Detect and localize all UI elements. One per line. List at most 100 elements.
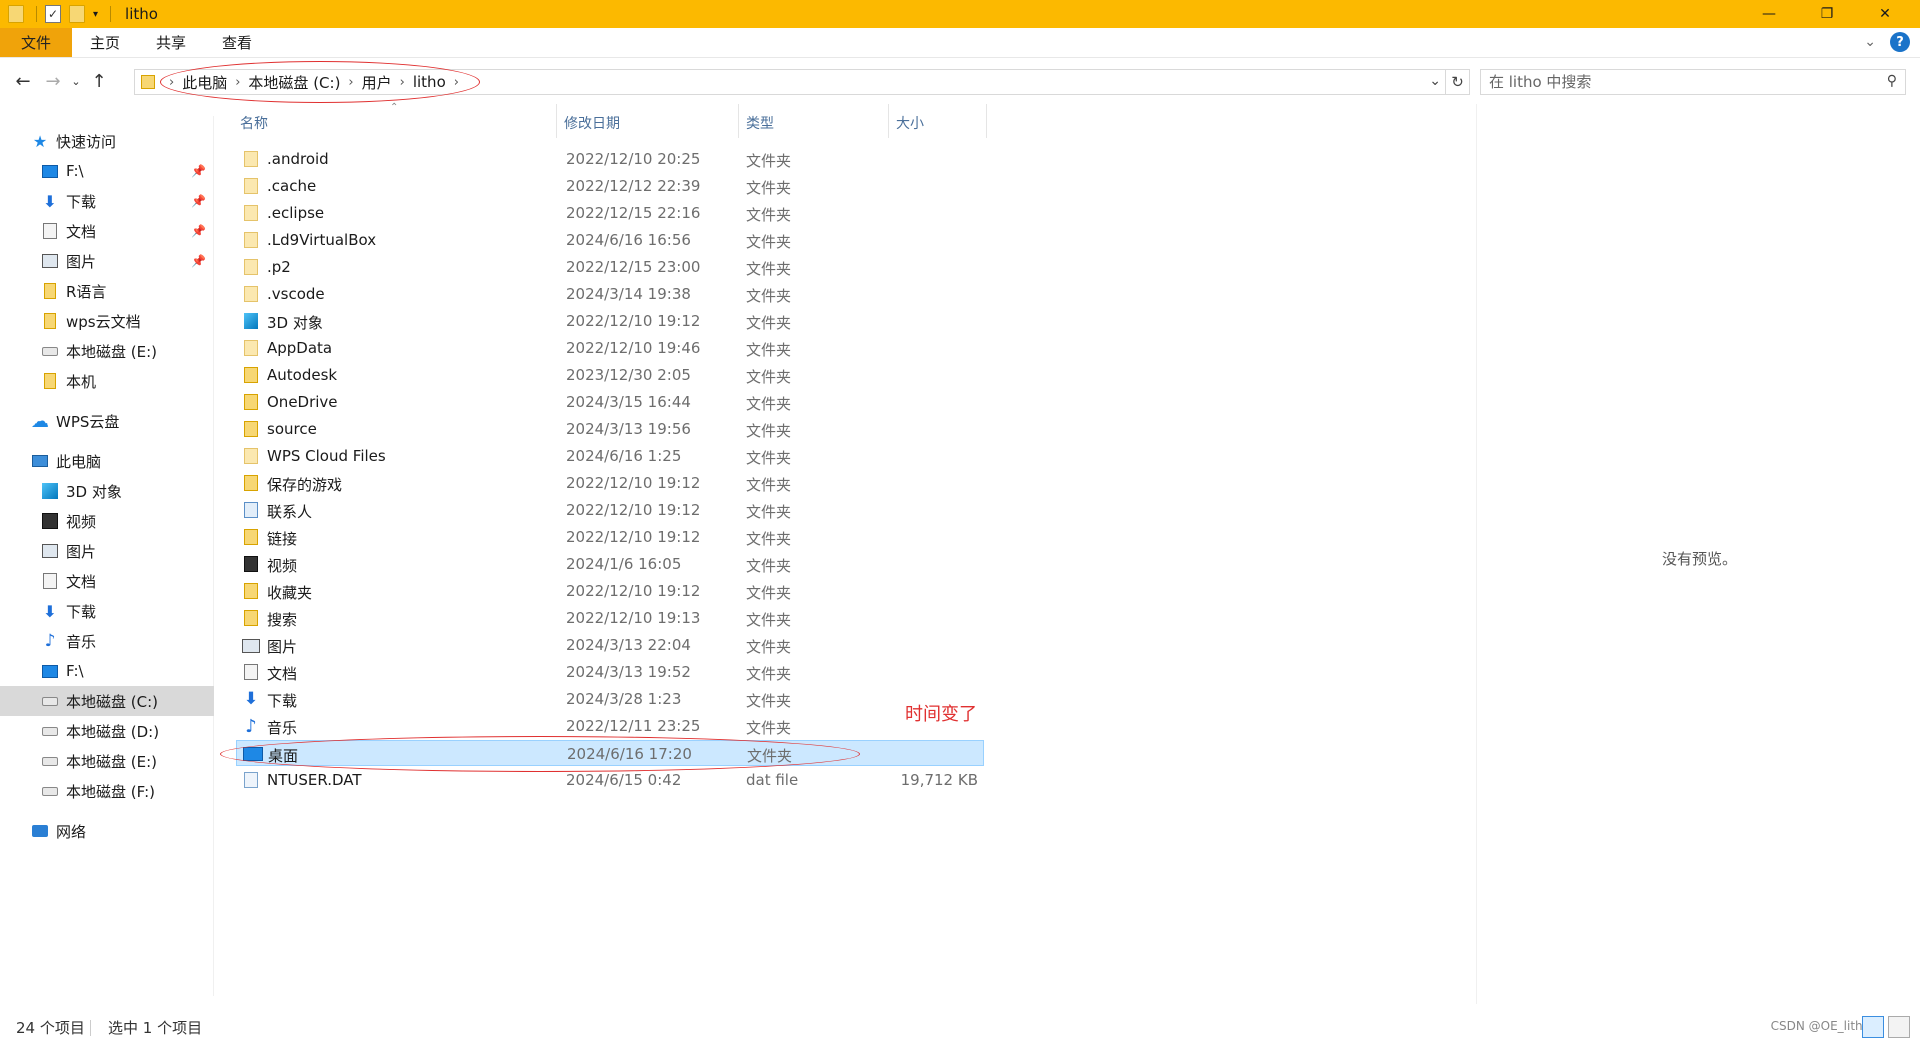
sidebar-item-videos[interactable]: 视频 xyxy=(0,506,214,536)
file-name: 图片 xyxy=(267,638,298,656)
file-row[interactable]: source 2024/3/13 19:56 文件夹 xyxy=(236,416,984,442)
file-row[interactable]: OneDrive 2024/3/15 16:44 文件夹 xyxy=(236,389,984,415)
tab-view[interactable]: 查看 xyxy=(204,28,270,57)
file-row[interactable]: 搜索 2022/12/10 19:13 文件夹 xyxy=(236,605,984,631)
file-name: 联系人 xyxy=(267,503,313,521)
new-folder-icon[interactable] xyxy=(69,5,85,23)
file-row[interactable]: .vscode 2024/3/14 19:38 文件夹 xyxy=(236,281,984,307)
file-row[interactable]: AppData 2022/12/10 19:46 文件夹 xyxy=(236,335,984,361)
pin-icon[interactable]: 📌 xyxy=(191,194,206,208)
folder-hidden-icon xyxy=(244,340,258,356)
sidebar-item-pictures[interactable]: 图片 📌 xyxy=(0,246,214,276)
file-row[interactable]: Autodesk 2023/12/30 2:05 文件夹 xyxy=(236,362,984,388)
sidebar-item-music[interactable]: ♪ 音乐 xyxy=(0,626,214,656)
properties-icon[interactable]: ✓ xyxy=(45,5,61,23)
search-input[interactable] xyxy=(1489,73,1869,91)
column-divider[interactable] xyxy=(986,104,987,138)
column-divider[interactable] xyxy=(738,104,739,138)
tab-share[interactable]: 共享 xyxy=(138,28,204,57)
drive-icon xyxy=(42,346,58,356)
tab-file[interactable]: 文件 xyxy=(0,28,72,57)
pin-icon[interactable]: 📌 xyxy=(191,164,206,178)
sidebar-item-pictures-pc[interactable]: 图片 xyxy=(0,536,214,566)
file-type: 文件夹 xyxy=(746,584,792,602)
sidebar-item-f-drive[interactable]: F:\ 📌 xyxy=(0,156,214,186)
forward-button[interactable]: → xyxy=(38,71,68,92)
file-name: 保存的游戏 xyxy=(267,476,343,494)
pictures-icon xyxy=(242,639,260,653)
sidebar-item-downloads[interactable]: ⬇ 下载 📌 xyxy=(0,186,214,216)
sidebar-item-documents-pc[interactable]: 文档 xyxy=(0,566,214,596)
file-row[interactable]: .Ld9VirtualBox 2024/6/16 16:56 文件夹 xyxy=(236,227,984,253)
file-row[interactable]: 3D 对象 2022/12/10 19:12 文件夹 xyxy=(236,308,984,334)
file-row[interactable]: 文档 2024/3/13 19:52 文件夹 xyxy=(236,659,984,685)
computer-icon xyxy=(32,455,48,467)
sidebar-item-wps-docs[interactable]: wps云文档 xyxy=(0,306,214,336)
help-icon[interactable]: ? xyxy=(1890,32,1910,52)
column-header-size[interactable]: 大小 xyxy=(896,110,924,136)
file-date: 2022/12/15 23:00 xyxy=(566,258,701,276)
column-divider[interactable] xyxy=(556,104,557,138)
customize-quick-access-icon[interactable]: ▾ xyxy=(93,9,98,20)
file-row[interactable]: ♪ 音乐 2022/12/11 23:25 文件夹 xyxy=(236,713,984,739)
dat-icon xyxy=(244,772,258,788)
file-row[interactable]: 联系人 2022/12/10 19:12 文件夹 xyxy=(236,497,984,523)
sidebar-item-r-language[interactable]: R语言 xyxy=(0,276,214,306)
sidebar-item-drive-e[interactable]: 本地磁盘 (E:) xyxy=(0,746,214,776)
sidebar-item-wps-cloud[interactable]: ☁ WPS云盘 xyxy=(0,406,214,436)
item-count: 24 个项目 xyxy=(16,1019,85,1037)
sidebar-item-downloads-pc[interactable]: ⬇ 下载 xyxy=(0,596,214,626)
search-icon[interactable]: ⚲ xyxy=(1887,73,1897,89)
tab-home[interactable]: 主页 xyxy=(72,28,138,57)
up-button[interactable]: ↑ xyxy=(84,71,114,92)
close-button[interactable]: ✕ xyxy=(1856,0,1914,28)
large-icons-view-icon[interactable] xyxy=(1888,1016,1910,1038)
file-name: .eclipse xyxy=(267,204,325,222)
sidebar-item-documents[interactable]: 文档 📌 xyxy=(0,216,214,246)
file-row[interactable]: .android 2022/12/10 20:25 文件夹 xyxy=(236,146,984,172)
file-row[interactable]: .p2 2022/12/15 23:00 文件夹 xyxy=(236,254,984,280)
file-type: 文件夹 xyxy=(746,341,792,359)
back-button[interactable]: ← xyxy=(8,71,38,92)
chevron-down-icon[interactable]: ⌄ xyxy=(1429,73,1441,89)
pin-icon[interactable]: 📌 xyxy=(191,254,206,268)
sidebar-item-network[interactable]: 网络 xyxy=(0,816,214,846)
restore-button[interactable]: ❐ xyxy=(1798,0,1856,28)
folder-hidden-icon xyxy=(244,286,258,302)
sidebar-item-local[interactable]: 本机 xyxy=(0,366,214,396)
minimize-button[interactable]: — xyxy=(1740,0,1798,28)
sidebar-item-3d-objects[interactable]: 3D 对象 xyxy=(0,476,214,506)
file-row[interactable]: WPS Cloud Files 2024/6/16 1:25 文件夹 xyxy=(236,443,984,469)
divider xyxy=(36,6,37,22)
file-row[interactable]: 链接 2022/12/10 19:12 文件夹 xyxy=(236,524,984,550)
file-row[interactable]: 图片 2024/3/13 22:04 文件夹 xyxy=(236,632,984,658)
sidebar-item-label: F:\ xyxy=(66,662,84,680)
column-divider[interactable] xyxy=(888,104,889,138)
folder-icon xyxy=(244,367,258,383)
sidebar-item-f-drive-pc[interactable]: F:\ xyxy=(0,656,214,686)
file-row[interactable]: 视频 2024/1/6 16:05 文件夹 xyxy=(236,551,984,577)
file-row[interactable]: 保存的游戏 2022/12/10 19:12 文件夹 xyxy=(236,470,984,496)
sidebar-item-drive-d[interactable]: 本地磁盘 (D:) xyxy=(0,716,214,746)
column-header-date[interactable]: 修改日期 xyxy=(564,110,620,136)
file-row[interactable]: 收藏夹 2022/12/10 19:12 文件夹 xyxy=(236,578,984,604)
details-view-icon[interactable] xyxy=(1862,1016,1884,1038)
sidebar-item-quick-access[interactable]: ★ 快速访问 xyxy=(0,126,214,156)
recent-locations-icon[interactable]: ⌄ xyxy=(68,75,84,88)
drive-icon xyxy=(42,664,58,678)
sidebar-item-drive-c[interactable]: 本地磁盘 (C:) xyxy=(0,686,214,716)
expand-ribbon-icon[interactable]: ⌄ xyxy=(1864,34,1876,50)
column-header-type[interactable]: 类型 xyxy=(746,110,774,136)
pin-icon[interactable]: 📌 xyxy=(191,224,206,238)
sidebar-item-drive-e-quick[interactable]: 本地磁盘 (E:) xyxy=(0,336,214,366)
search-box[interactable]: ⚲ xyxy=(1480,69,1906,95)
sidebar-item-this-pc[interactable]: 此电脑 xyxy=(0,446,214,476)
column-header-name[interactable]: 名称 xyxy=(240,110,268,136)
file-row[interactable]: ⬇ 下载 2024/3/28 1:23 文件夹 xyxy=(236,686,984,712)
divider xyxy=(90,1020,91,1036)
refresh-icon[interactable]: ↻ xyxy=(1446,69,1470,95)
sidebar-item-drive-f[interactable]: 本地磁盘 (F:) xyxy=(0,776,214,806)
file-row[interactable]: .eclipse 2022/12/15 22:16 文件夹 xyxy=(236,200,984,226)
window-title: litho xyxy=(125,5,158,23)
file-row[interactable]: .cache 2022/12/12 22:39 文件夹 xyxy=(236,173,984,199)
